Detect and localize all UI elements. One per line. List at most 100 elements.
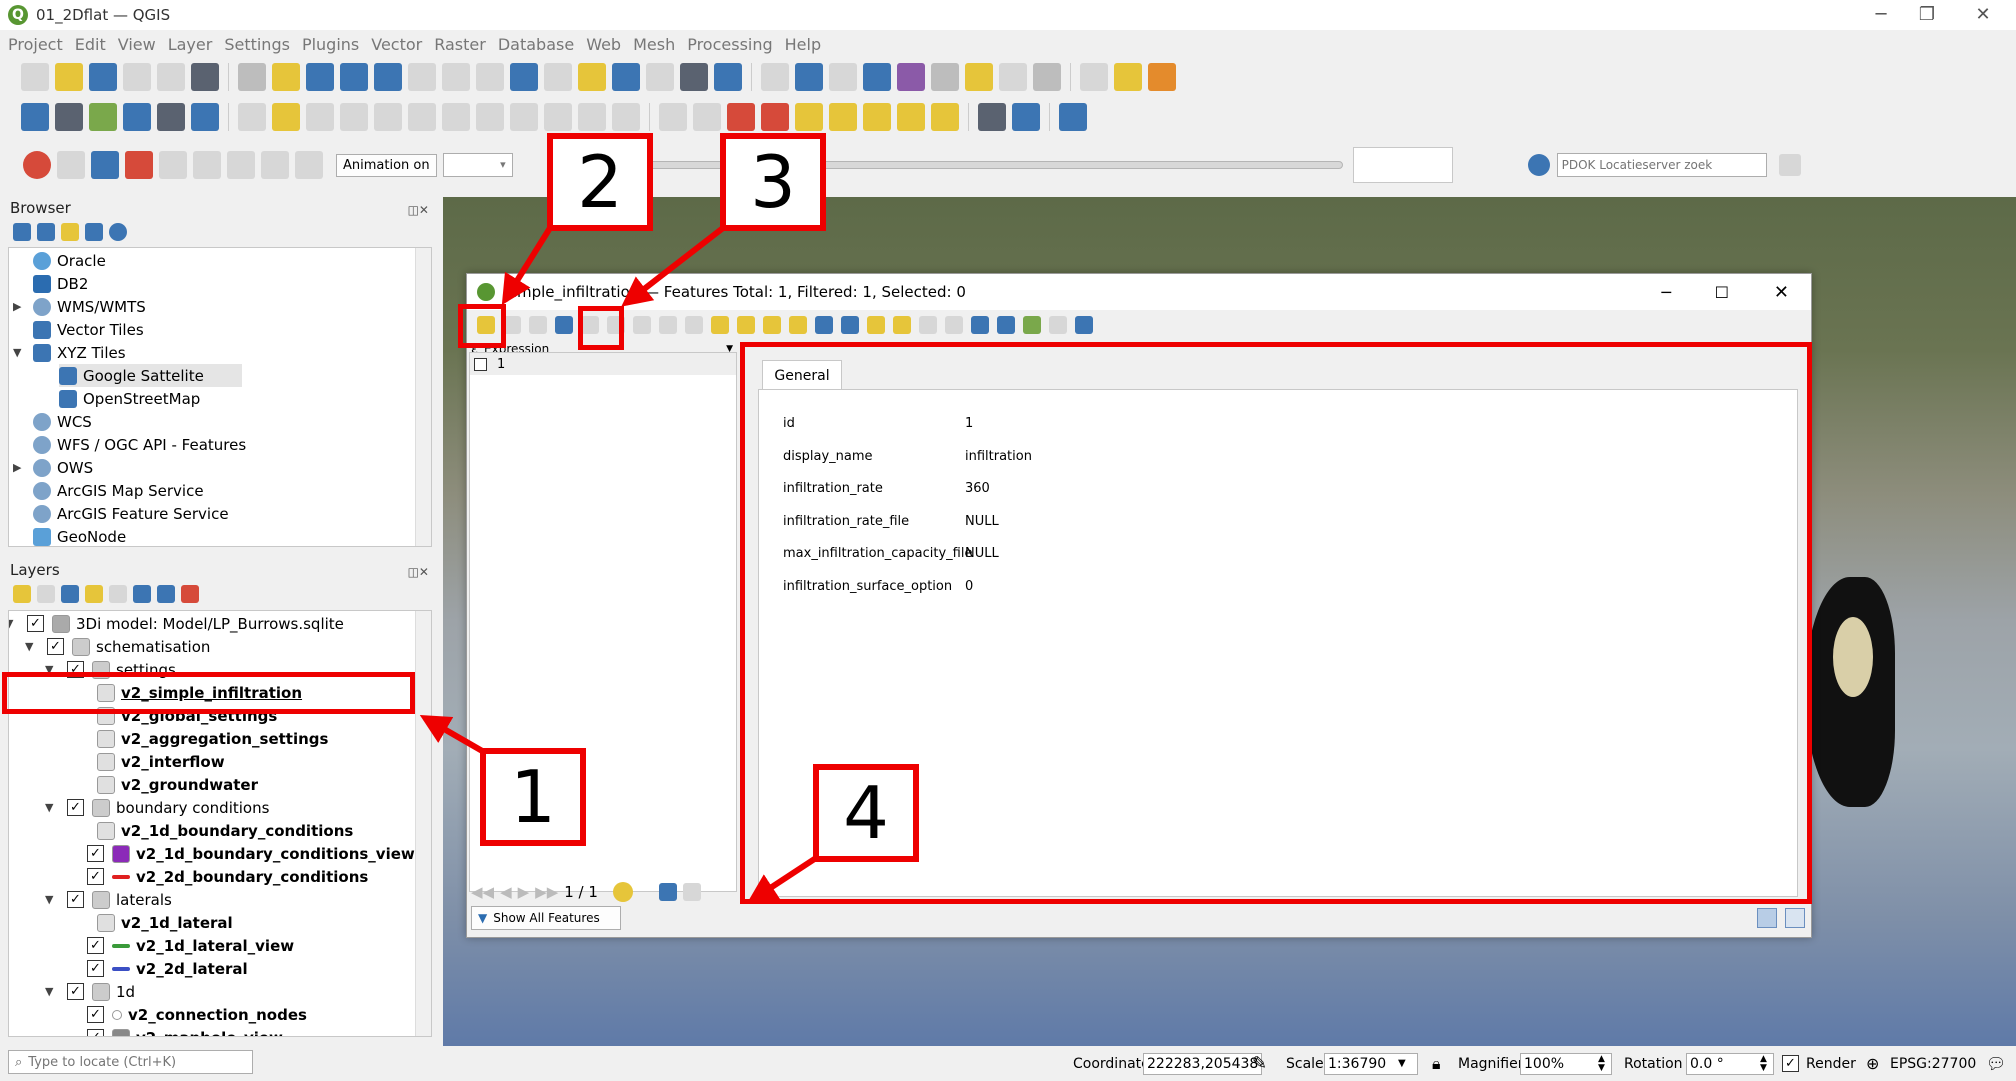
layer-visibility-checkbox[interactable]: ✓ — [67, 799, 84, 816]
layer-visibility-checkbox[interactable]: ✓ — [87, 845, 104, 862]
layer-item[interactable]: ▼ ✓ 3Di model: Model/LP_Burrows.sqlite — [9, 612, 344, 635]
paste-features-icon[interactable] — [544, 103, 572, 131]
layer-visibility-checkbox[interactable]: ✓ — [87, 960, 104, 977]
pan-map-icon[interactable] — [238, 63, 266, 91]
organize-columns-icon[interactable] — [971, 316, 989, 334]
render-checkbox[interactable]: ✓ — [1782, 1055, 1799, 1072]
zoom-in-icon[interactable] — [306, 63, 334, 91]
scale-dropdown-icon[interactable]: ▼ — [1398, 1058, 1406, 1069]
filter-legend-icon[interactable] — [85, 585, 103, 603]
open-project-icon[interactable] — [55, 63, 83, 91]
pan-to-feature-icon[interactable] — [658, 883, 677, 901]
label-diagram-icon[interactable] — [897, 103, 925, 131]
new-print-layout-icon[interactable] — [123, 63, 151, 91]
magnifier-stepper[interactable]: ▲ ▼ — [1598, 1054, 1605, 1073]
select-all-icon[interactable] — [737, 316, 755, 334]
layer-item[interactable]: ▼ ✓ schematisation — [25, 635, 210, 658]
add-group-icon[interactable] — [37, 585, 55, 603]
layer-item[interactable]: ✓ v2_2d_lateral — [87, 957, 248, 980]
threedi-tool-1-icon[interactable] — [57, 151, 85, 179]
statistics-icon[interactable] — [897, 63, 925, 91]
threedi-watershed-icon[interactable] — [261, 151, 289, 179]
label-tool-icon[interactable] — [659, 103, 687, 131]
invert-selection-icon[interactable] — [763, 316, 781, 334]
move-selection-top-icon[interactable] — [841, 316, 859, 334]
modify-attributes-icon[interactable] — [408, 103, 436, 131]
browser-item[interactable]: Vector Tiles — [33, 318, 144, 341]
dialog-minimize-icon[interactable]: ─ — [1661, 283, 1671, 302]
zoom-to-feature-icon[interactable] — [682, 883, 701, 901]
browser-item[interactable]: WFS / OGC API - Features — [33, 433, 246, 456]
zoom-full-icon[interactable] — [374, 63, 402, 91]
locate-input[interactable] — [28, 1054, 239, 1070]
threedi-balance-icon[interactable] — [227, 151, 255, 179]
temporal-controller-icon[interactable] — [680, 63, 708, 91]
new-3d-view-icon[interactable] — [612, 63, 640, 91]
dialog-close-icon[interactable]: ✕ — [1774, 282, 1789, 303]
browser-scrollbar[interactable] — [415, 248, 431, 546]
layer-item[interactable]: ✓ v2_manhole_view — [87, 1026, 283, 1036]
zoom-last-icon[interactable] — [510, 63, 538, 91]
layer-visibility-checkbox[interactable]: ✓ — [67, 983, 84, 1000]
dock-table-icon[interactable] — [1075, 316, 1093, 334]
remove-layer-icon[interactable] — [181, 585, 199, 603]
copy-dialog-icon[interactable] — [659, 316, 677, 334]
data-source-manager-icon[interactable] — [21, 103, 49, 131]
save-project-icon[interactable] — [89, 63, 117, 91]
pan-to-selection-icon[interactable] — [272, 63, 300, 91]
select-by-expression-icon[interactable] — [711, 316, 729, 334]
layer-visibility-checkbox[interactable]: ✓ — [87, 1006, 104, 1023]
pdok-clear-icon[interactable] — [1778, 154, 1801, 176]
browser-item[interactable]: OpenStreetMap — [59, 387, 200, 410]
label-highlight-icon[interactable] — [727, 103, 755, 131]
threedi-tool-8-icon[interactable] — [295, 151, 323, 179]
deselect-icon[interactable] — [1148, 63, 1176, 91]
minimize-icon[interactable]: ─ — [1858, 2, 1904, 28]
threedi-logo-icon[interactable] — [23, 151, 51, 179]
pdok-search-input[interactable] — [1556, 153, 1767, 177]
layer-item[interactable]: v2_1d_lateral — [97, 911, 233, 934]
animation-slider[interactable] — [552, 161, 1343, 169]
menu-help[interactable]: Help — [785, 35, 821, 54]
animation-toggle-button[interactable]: Animation on — [336, 153, 437, 177]
new-project-icon[interactable] — [21, 63, 49, 91]
zoom-native-icon[interactable] — [476, 63, 504, 91]
layer-item[interactable]: ▼ ✓ 1d — [45, 980, 135, 1003]
expanded-arrow-icon[interactable]: ▼ — [45, 801, 53, 814]
attribute-table-icon[interactable] — [795, 63, 823, 91]
menu-web[interactable]: Web — [586, 35, 621, 54]
redo-icon[interactable] — [612, 103, 640, 131]
delete-selected-icon[interactable] — [442, 103, 470, 131]
next-feature-icon[interactable]: ▶ — [518, 883, 530, 901]
previous-feature-icon[interactable]: ◀ — [500, 883, 512, 901]
menu-edit[interactable]: Edit — [75, 35, 106, 54]
threedi-tool-3-icon[interactable] — [125, 151, 153, 179]
properties-icon[interactable] — [109, 223, 127, 241]
save-edits-dialog-icon[interactable] — [529, 316, 547, 334]
browser-item[interactable]: ▶ OWS — [13, 456, 93, 479]
browser-item[interactable]: Google Sattelite — [59, 364, 242, 387]
cut-features-icon[interactable] — [476, 103, 504, 131]
threedi-tool-2-icon[interactable] — [91, 151, 119, 179]
expanded-arrow-icon[interactable]: ▼ — [25, 640, 33, 653]
layer-visibility-checkbox[interactable]: ✓ — [47, 638, 64, 655]
threedi-sideview-icon[interactable] — [193, 151, 221, 179]
reload-table-icon[interactable] — [555, 316, 573, 334]
collapse-all-icon[interactable] — [85, 223, 103, 241]
new-field-icon[interactable] — [919, 316, 937, 334]
show-all-features-button[interactable]: ▼ Show All Features — [471, 906, 621, 930]
lock-scale-icon[interactable]: 🔒︎ — [1432, 1054, 1441, 1074]
menu-project[interactable]: Project — [8, 35, 63, 54]
new-shapefile-icon[interactable] — [89, 103, 117, 131]
undo-icon[interactable] — [578, 103, 606, 131]
browser-item[interactable]: Oracle — [33, 249, 106, 272]
zoom-to-layer-icon[interactable] — [442, 63, 470, 91]
vertex-tool-icon[interactable] — [374, 103, 402, 131]
copy-features-icon[interactable] — [510, 103, 538, 131]
layer-item[interactable]: ✓ v2_1d_lateral_view — [87, 934, 294, 957]
first-feature-icon[interactable]: ◀◀ — [471, 883, 494, 901]
menu-database[interactable]: Database — [498, 35, 574, 54]
menu-plugins[interactable]: Plugins — [302, 35, 359, 54]
field-calc-dialog-icon[interactable] — [1023, 316, 1041, 334]
browser-item[interactable]: GeoNode — [33, 525, 126, 546]
